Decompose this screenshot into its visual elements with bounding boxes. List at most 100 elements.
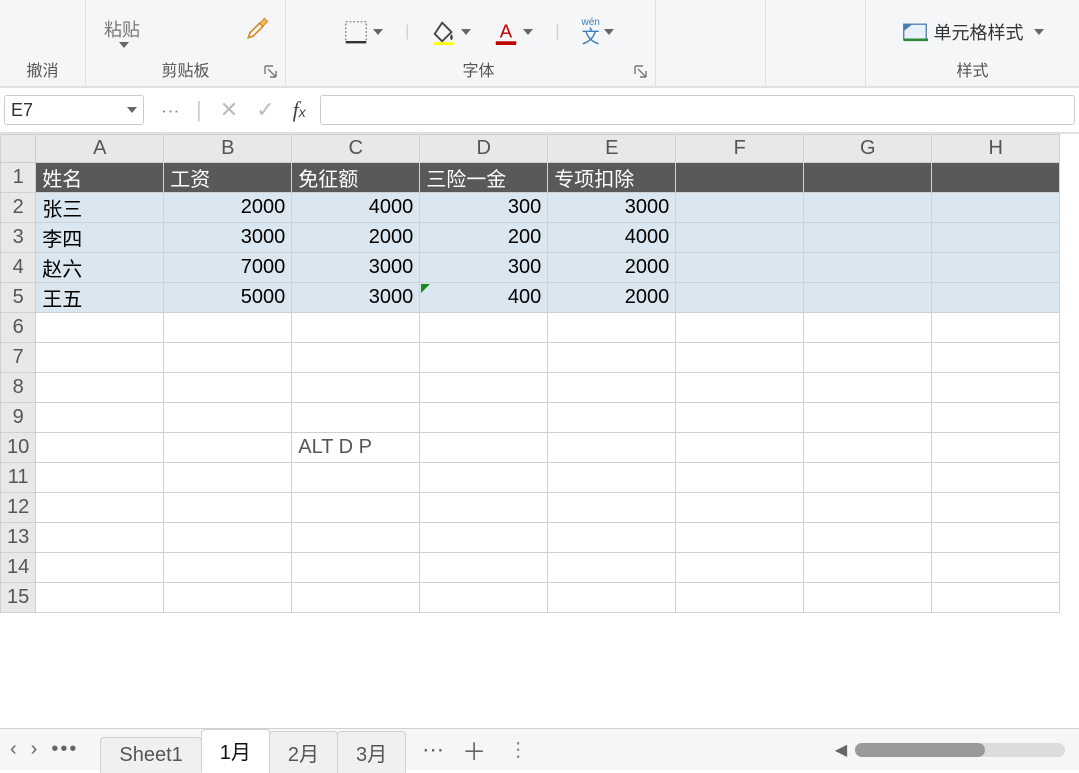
row-header[interactable]: 15 — [1, 583, 36, 613]
row-header[interactable]: 1 — [1, 163, 36, 193]
cell[interactable]: 工资 — [164, 163, 292, 193]
row-header[interactable]: 9 — [1, 403, 36, 433]
table-row[interactable]: 12 — [1, 493, 1060, 523]
cell[interactable]: 200 — [420, 223, 548, 253]
cell[interactable] — [676, 163, 804, 193]
row-header[interactable]: 6 — [1, 313, 36, 343]
col-header[interactable]: E — [548, 135, 676, 163]
options-dots-icon[interactable]: ⋮ — [160, 102, 181, 118]
cell[interactable]: 3000 — [292, 253, 420, 283]
col-header[interactable]: F — [676, 135, 804, 163]
row-header[interactable]: 5 — [1, 283, 36, 313]
cell[interactable] — [676, 283, 804, 313]
border-button[interactable] — [343, 19, 383, 45]
cell[interactable] — [804, 193, 932, 223]
select-all-corner[interactable] — [1, 135, 36, 163]
cell[interactable]: 300 — [420, 253, 548, 283]
row-header[interactable]: 10 — [1, 433, 36, 463]
cell[interactable] — [932, 163, 1060, 193]
cell[interactable]: 姓名 — [36, 163, 164, 193]
cell[interactable]: 2000 — [292, 223, 420, 253]
add-sheet-button[interactable]: ＋ — [462, 732, 486, 767]
scroll-thumb[interactable] — [855, 743, 985, 757]
table-row[interactable]: 9 — [1, 403, 1060, 433]
table-row[interactable]: 3 李四 3000 2000 200 4000 — [1, 223, 1060, 253]
table-row[interactable]: 14 — [1, 553, 1060, 583]
cell[interactable]: 2000 — [548, 283, 676, 313]
cancel-formula-button[interactable]: ✕ — [220, 97, 238, 123]
tab-nav-more[interactable]: ••• — [51, 738, 78, 761]
spreadsheet-grid[interactable]: A B C D E F G H 1 姓名 工资 免征额 三险一金 专项扣除 — [0, 134, 1060, 613]
scroll-track[interactable] — [855, 743, 1065, 757]
sheet-tab[interactable]: 3月 — [337, 731, 406, 773]
col-header[interactable]: G — [804, 135, 932, 163]
cell[interactable]: 李四 — [36, 223, 164, 253]
font-dialog-launcher[interactable] — [633, 64, 649, 80]
cell[interactable]: 5000 — [164, 283, 292, 313]
table-row[interactable]: 15 — [1, 583, 1060, 613]
cell[interactable]: 2000 — [164, 193, 292, 223]
cell[interactable] — [804, 283, 932, 313]
cell[interactable]: 专项扣除 — [548, 163, 676, 193]
row-header[interactable]: 12 — [1, 493, 36, 523]
cell[interactable]: 赵六 — [36, 253, 164, 283]
sheet-tab[interactable]: Sheet1 — [100, 737, 201, 773]
row-header[interactable]: 14 — [1, 553, 36, 583]
table-row[interactable]: 4 赵六 7000 3000 300 2000 — [1, 253, 1060, 283]
row-header[interactable]: 2 — [1, 193, 36, 223]
tab-nav-prev[interactable]: ‹ — [10, 738, 17, 761]
undo-label[interactable]: 撤消 — [8, 60, 77, 82]
accept-formula-button[interactable]: ✓ — [256, 97, 274, 123]
cell[interactable] — [932, 223, 1060, 253]
fx-icon[interactable]: fx — [293, 97, 306, 123]
table-row[interactable]: 7 — [1, 343, 1060, 373]
fill-color-button[interactable] — [431, 19, 471, 45]
cell[interactable] — [676, 223, 804, 253]
col-header[interactable]: C — [292, 135, 420, 163]
row-header[interactable]: 3 — [1, 223, 36, 253]
format-painter-button[interactable] — [245, 15, 271, 46]
table-row[interactable]: 5 王五 5000 3000 400 2000 — [1, 283, 1060, 313]
row-header[interactable]: 7 — [1, 343, 36, 373]
col-header[interactable]: A — [36, 135, 164, 163]
col-header[interactable]: B — [164, 135, 292, 163]
cell[interactable]: 3000 — [292, 283, 420, 313]
cell[interactable]: 7000 — [164, 253, 292, 283]
row-header[interactable]: 13 — [1, 523, 36, 553]
scroll-left-icon[interactable]: ◀ — [831, 740, 851, 760]
tab-options-icon[interactable]: ⋮ — [508, 737, 528, 762]
table-row[interactable]: 6 — [1, 313, 1060, 343]
col-header[interactable]: D — [420, 135, 548, 163]
name-box[interactable]: E7 — [4, 95, 144, 125]
col-header[interactable]: H — [932, 135, 1060, 163]
cell[interactable]: 4000 — [548, 223, 676, 253]
cell[interactable] — [932, 283, 1060, 313]
horizontal-scrollbar[interactable]: ◀ — [528, 740, 1069, 760]
row-header[interactable]: 4 — [1, 253, 36, 283]
cell[interactable] — [676, 193, 804, 223]
cell[interactable]: 张三 — [36, 193, 164, 223]
table-row[interactable]: 11 — [1, 463, 1060, 493]
row-header[interactable]: 11 — [1, 463, 36, 493]
cell-styles-button[interactable]: 单元格样式 — [902, 19, 1044, 45]
cell[interactable] — [804, 163, 932, 193]
sheet-tab[interactable]: 2月 — [269, 731, 338, 773]
clipboard-dialog-launcher[interactable] — [263, 64, 279, 80]
cell[interactable]: 3000 — [548, 193, 676, 223]
cell[interactable]: 4000 — [292, 193, 420, 223]
table-row[interactable]: 1 姓名 工资 免征额 三险一金 专项扣除 — [1, 163, 1060, 193]
table-row[interactable]: 10 ALT D P — [1, 433, 1060, 463]
cell[interactable]: 免征额 — [292, 163, 420, 193]
cell[interactable] — [804, 253, 932, 283]
table-row[interactable]: 2 张三 2000 4000 300 3000 — [1, 193, 1060, 223]
cell[interactable]: 300 — [420, 193, 548, 223]
cell[interactable]: 三险一金 — [420, 163, 548, 193]
cell[interactable]: 2000 — [548, 253, 676, 283]
cell[interactable] — [804, 223, 932, 253]
worksheet-area[interactable]: A B C D E F G H 1 姓名 工资 免征额 三险一金 专项扣除 — [0, 134, 1079, 728]
phonetic-guide-button[interactable]: wén 文 — [581, 18, 613, 46]
paste-dropdown[interactable]: 粘贴 — [100, 14, 144, 50]
cell[interactable]: 王五 — [36, 283, 164, 313]
cell[interactable] — [932, 253, 1060, 283]
cell[interactable] — [676, 253, 804, 283]
